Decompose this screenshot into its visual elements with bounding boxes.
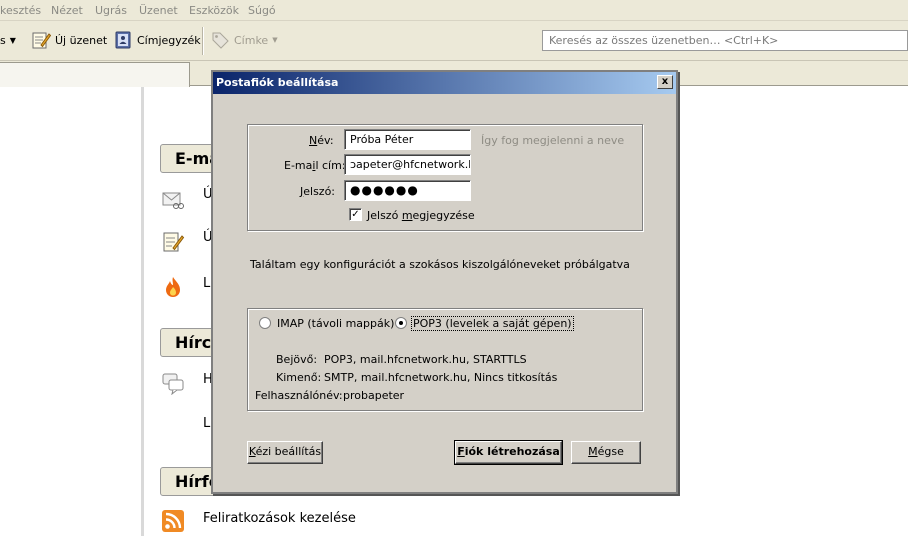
close-button[interactable]: x <box>657 75 673 89</box>
remember-password-checkbox[interactable]: ✓ <box>349 208 362 221</box>
outgoing-value: SMTP, mail.hfcnetwork.hu, Nincs titkosít… <box>324 371 558 384</box>
new-message-label: Új üzenet <box>55 33 108 47</box>
menu-go[interactable]: Ugrás <box>95 4 127 17</box>
address-book-label: Címjegyzék <box>137 33 201 47</box>
address-book-icon <box>115 31 131 49</box>
name-hint: Így fog megjelenni a neve <box>481 134 625 147</box>
address-book-button[interactable]: Címjegyzék <box>113 29 201 51</box>
incoming-value: POP3, mail.hfcnetwork.hu, STARTTLS <box>324 353 527 366</box>
compose-icon <box>32 32 51 49</box>
toolbar-dropdown[interactable]: s ▼ <box>0 29 16 51</box>
chevron-down-icon: ▼ <box>9 35 16 45</box>
password-label: Jelszó: <box>300 185 336 198</box>
create-account-button[interactable]: Fiók létrehozása <box>454 440 563 465</box>
imap-radio[interactable] <box>259 317 271 329</box>
menubar: kesztés Nézet Ugrás Üzenet Eszközök Súgó <box>0 0 908 21</box>
chevron-down-icon: ▼ <box>272 36 278 44</box>
password-field-value: ●●●●●● <box>350 183 419 197</box>
toolbar-separator <box>202 27 204 55</box>
tag-label: Címke <box>234 33 269 47</box>
tab-home[interactable] <box>0 62 190 87</box>
email-field-value: ɔapeter@hfcnetwork.hu <box>350 158 471 171</box>
toolbar-dropdown-label: s <box>0 33 6 47</box>
email-field[interactable]: ɔapeter@hfcnetwork.hu <box>344 154 471 175</box>
search-input[interactable]: Keresés az összes üzenetben… <Ctrl+K> <box>542 30 908 51</box>
write-message-icon <box>163 232 185 252</box>
config-status-text: Találtam egy konfigurációt a szokásos ki… <box>250 258 630 271</box>
new-message-button[interactable]: Új üzenet <box>31 29 107 51</box>
manual-setup-button[interactable]: Kézi beállítás <box>247 441 323 464</box>
content-row-5[interactable]: L <box>203 416 210 431</box>
name-label: Név: <box>309 134 334 147</box>
close-icon: x <box>661 76 669 87</box>
outgoing-label: Kimenő: <box>276 371 322 384</box>
incoming-label: Bejövő: <box>276 353 318 366</box>
menu-file-settings[interactable]: kesztés <box>0 4 41 17</box>
mail-read-icon <box>162 192 184 209</box>
dialog-title: Postafiók beállítása <box>216 76 339 89</box>
content-row-3[interactable]: L <box>203 276 210 291</box>
password-field[interactable]: ●●●●●● <box>344 180 471 201</box>
account-setup-dialog: Postafiók beállítása x Név: Próba Péter … <box>211 70 678 494</box>
pop3-label[interactable]: POP3 (levelek a saját gépen) <box>411 316 574 331</box>
remember-password-label[interactable]: Jelszó megjegyzése <box>367 209 475 222</box>
email-label: E-mail cím: <box>284 159 346 172</box>
pane-divider <box>141 87 144 536</box>
tag-button[interactable]: Címke ▼ <box>210 29 278 51</box>
name-field-value: Próba Péter <box>350 133 414 146</box>
menu-help[interactable]: Súgó <box>248 4 276 17</box>
imap-label[interactable]: IMAP (távoli mappák) <box>277 317 394 330</box>
menu-view[interactable]: Nézet <box>51 4 83 17</box>
name-field[interactable]: Próba Péter <box>344 129 471 150</box>
menu-tools[interactable]: Eszközök <box>189 4 239 17</box>
search-placeholder: Keresés az összes üzenetben… <Ctrl+K> <box>549 34 779 47</box>
chat-bubbles-icon <box>162 373 184 395</box>
cancel-button[interactable]: Mégse <box>571 441 641 464</box>
flame-icon <box>166 277 180 297</box>
rss-icon <box>162 510 184 532</box>
username-label: Felhasználónév: <box>255 389 343 402</box>
menu-message[interactable]: Üzenet <box>139 4 178 17</box>
username-value: probapeter <box>343 389 405 402</box>
dialog-titlebar[interactable]: Postafiók beállítása x <box>213 72 676 94</box>
manage-subscriptions-link[interactable]: Feliratkozások kezelése <box>203 511 356 526</box>
tag-icon <box>212 32 229 49</box>
pop3-radio[interactable] <box>395 317 407 329</box>
